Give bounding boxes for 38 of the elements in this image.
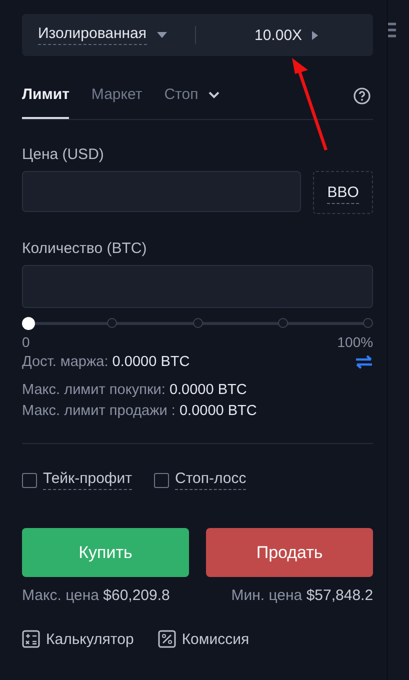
max-limit-text: Макс. лимит покупки: 0.0000 BTC [22,382,248,398]
checkbox[interactable] [22,472,37,488]
quantity-label: Количество (BTC) [22,240,148,257]
menu-icon[interactable] [388,22,396,38]
percent-icon [158,630,176,648]
quantity-input[interactable] [22,265,374,308]
bbo-button[interactable]: BBO [313,171,374,214]
transfer-icon[interactable] [355,355,374,369]
slider-thumb[interactable] [22,317,35,330]
price-limit-text: Мин. цена $57,848.2 [230,587,374,604]
leverage-button[interactable]: 10.00X [216,26,358,44]
order-type-tab[interactable]: Стоп [164,86,220,119]
slider-max-label: 100% [337,334,374,350]
help-icon[interactable] [353,87,372,105]
slider-stop[interactable] [107,318,118,328]
price-input[interactable] [22,171,302,212]
slider-stop[interactable] [192,318,203,328]
price-label: Цена (USD) [22,146,105,163]
price-limit-text: Макс. цена $60,209.8 [22,587,171,604]
slider-stop[interactable] [278,318,288,328]
sell-button[interactable]: Продать [206,528,374,577]
fee-link[interactable]: Комиссия [158,630,250,648]
chevron-icon [208,90,220,98]
margin-mode-dropdown[interactable]: Изолированная [38,25,166,45]
order-type-tab[interactable]: Маркет [91,86,142,119]
calculator-link[interactable]: Калькулятор [22,630,134,648]
quantity-slider[interactable] [22,316,374,330]
caret-icon [312,30,318,40]
max-limit-text: Макс. лимит продажи : 0.0000 BTC [22,403,258,419]
caret-icon [156,32,166,38]
available-margin-text: Дост. маржа: 0.0000 BTC [22,354,190,370]
calculator-icon [22,630,40,648]
checkbox[interactable] [154,472,169,488]
slider-stop[interactable] [363,318,374,328]
option-label[interactable]: Стоп-лосс [175,470,246,490]
slider-min-label: 0 [22,334,30,350]
option-label[interactable]: Тейк-профит [43,470,132,490]
order-type-tab[interactable]: Лимит [22,86,70,119]
